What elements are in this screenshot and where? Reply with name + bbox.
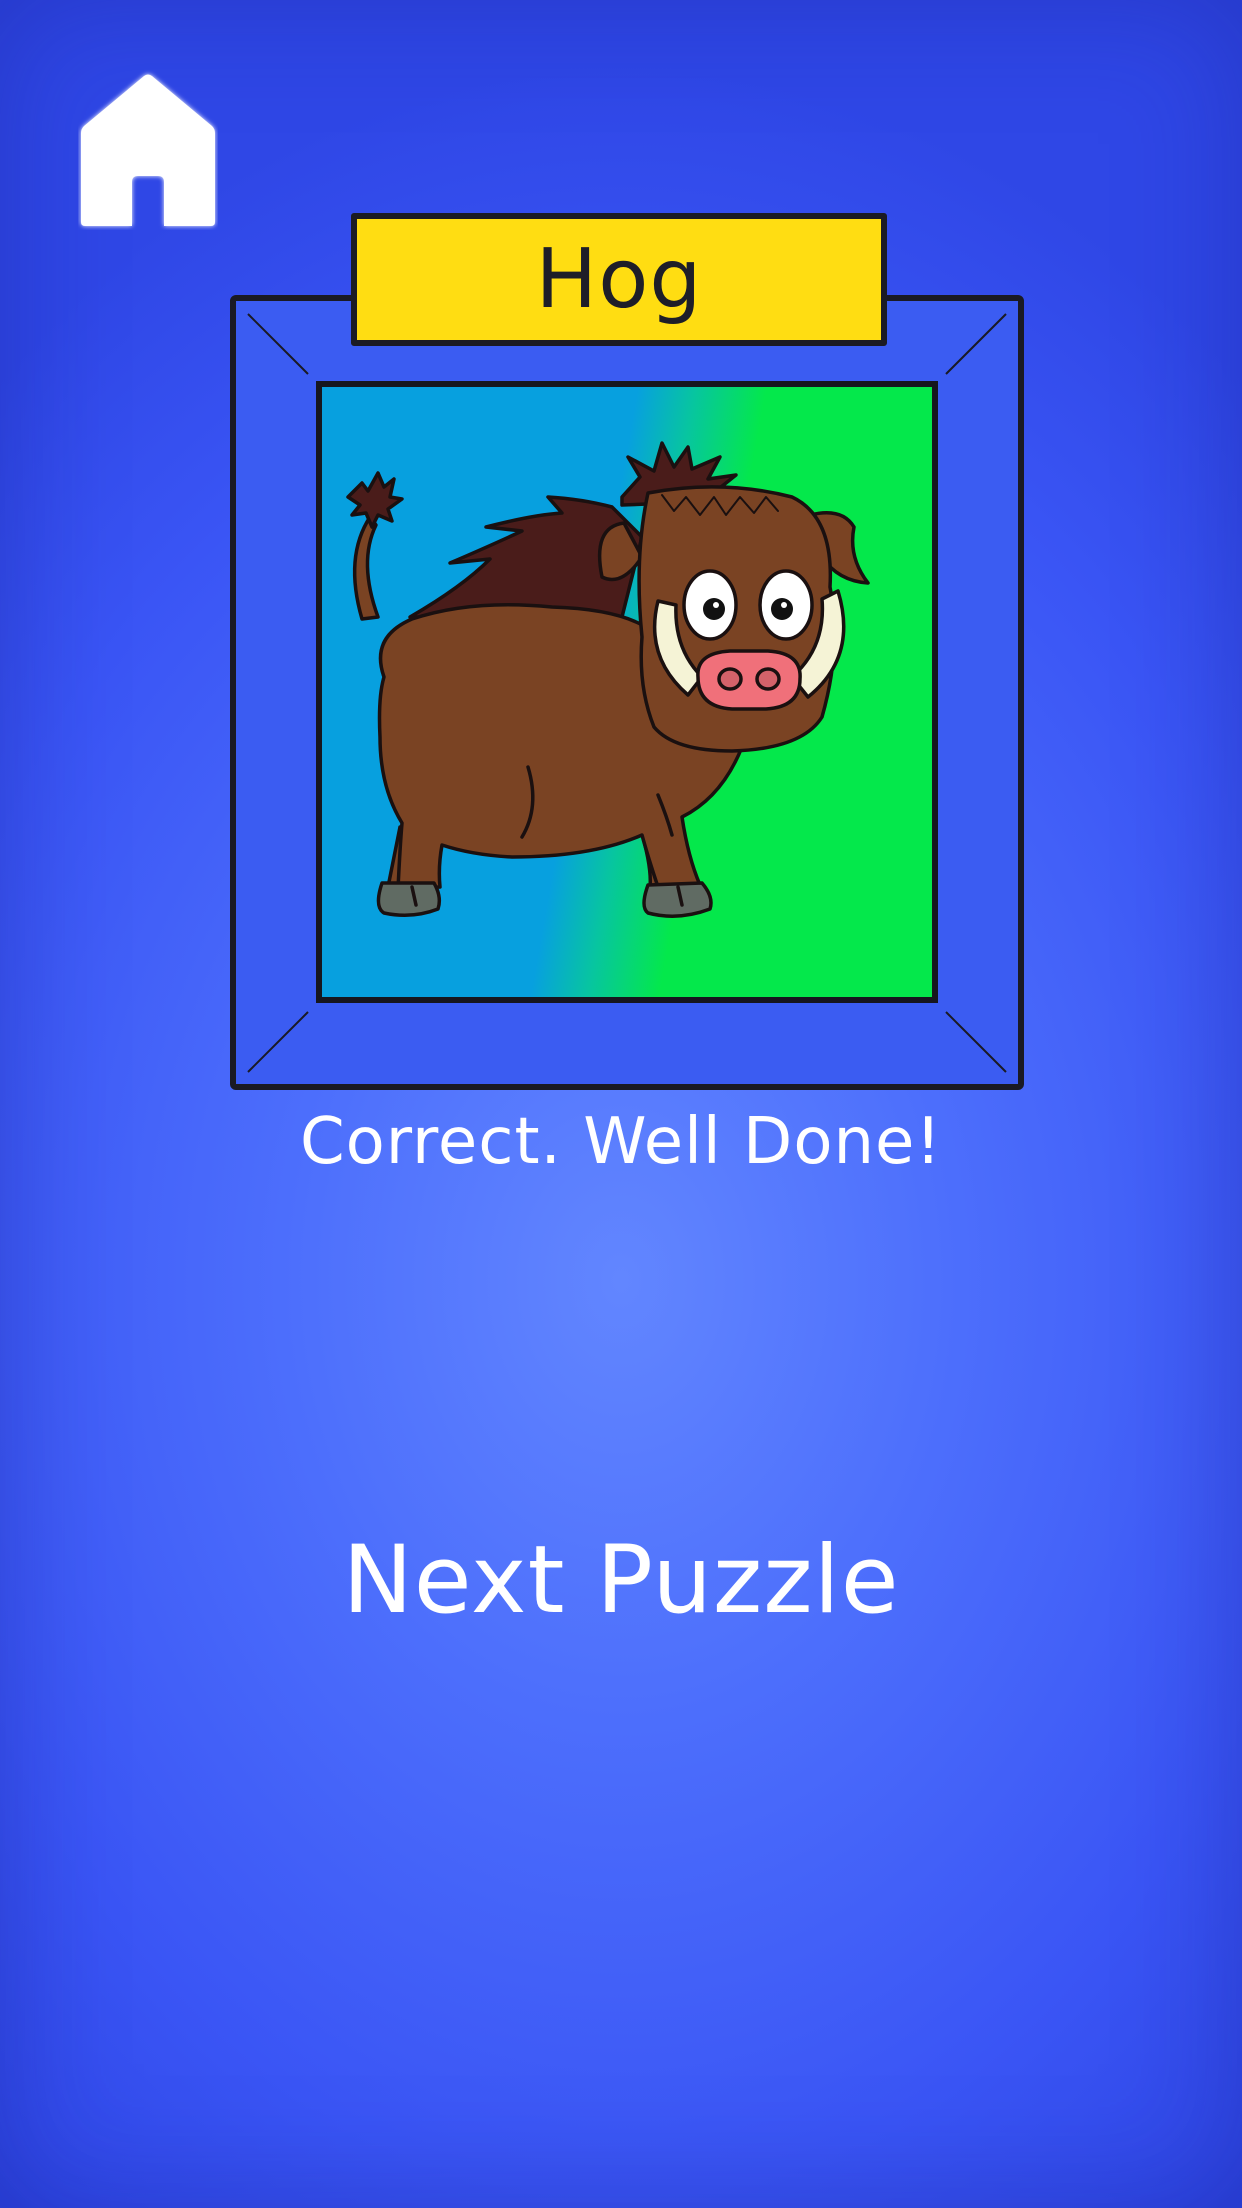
answer-plate: Hog (351, 213, 887, 346)
puzzle-image (316, 381, 938, 1003)
result-message: Correct. Well Done! (299, 1105, 943, 1179)
answer-label: Hog (535, 231, 703, 327)
home-button[interactable] (78, 70, 218, 230)
next-puzzle-button[interactable]: Next Puzzle (321, 1515, 921, 1645)
home-icon (81, 74, 215, 226)
hog-illustration (346, 441, 870, 918)
